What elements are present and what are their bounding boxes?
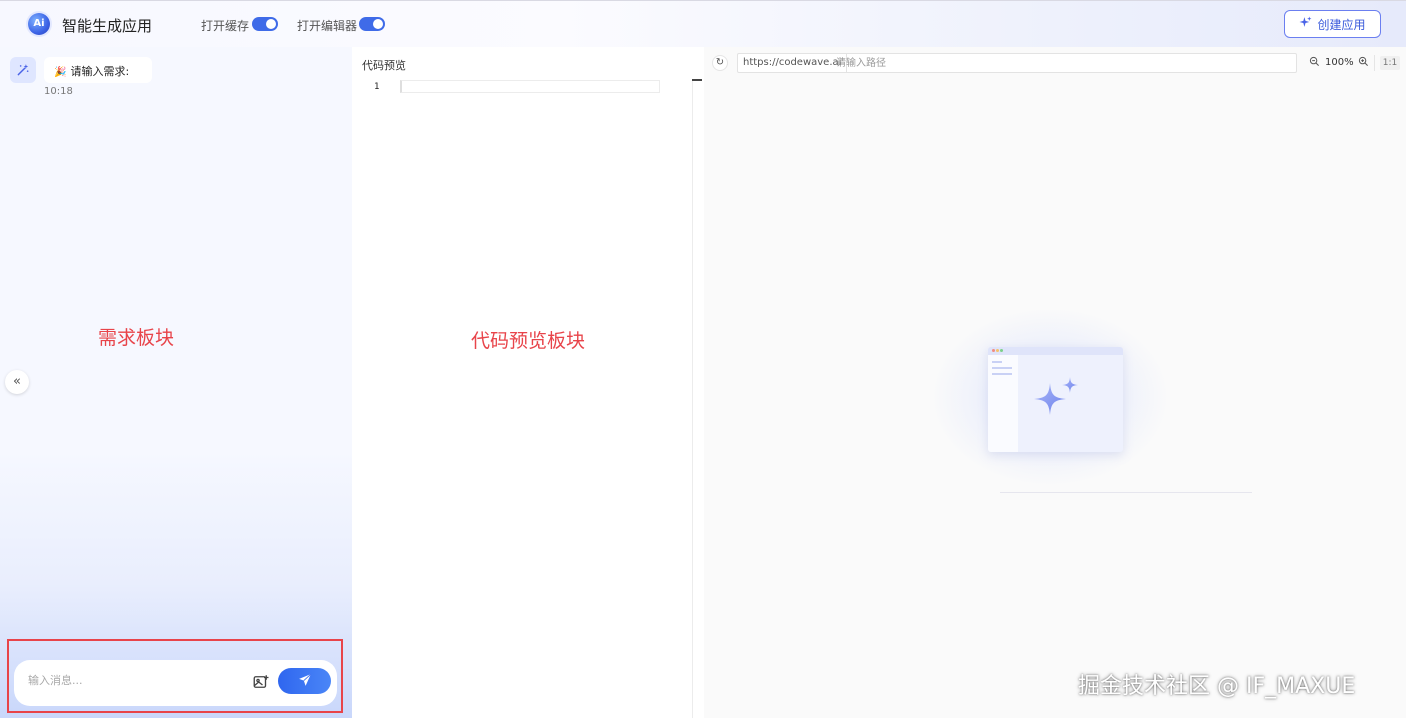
double-chevron-left-icon[interactable]: « [5,370,29,394]
url-bar: https://codewave.ai [737,53,1297,73]
illustration-bar [992,361,1002,363]
toggle-cache-switch[interactable] [252,17,278,31]
illustration-baseline [1000,492,1252,493]
sparkle-icon [1032,375,1082,419]
path-input[interactable] [836,56,1276,70]
code-editor-line[interactable] [400,80,660,93]
app-preview-panel: ↻ https://codewave.ai 100% 1:1 [704,47,1406,718]
party-popper-icon: 🎉 [54,67,67,78]
chat-message-text: 请输入需求: [70,65,130,78]
annotation-requirements: 需求板块 [98,327,175,349]
illustration-sidebar [988,355,1018,452]
bot-avatar [10,57,36,83]
toggle-cache-label: 打开缓存 [201,19,250,33]
illustration-bar [992,373,1012,375]
illustration-dot [996,349,999,352]
image-add-icon[interactable] [252,673,270,691]
editor-line-number: 1 [374,82,380,92]
app-title: 智能生成应用 [62,17,153,35]
chat-message-time: 10:18 [44,86,73,97]
toggle-editor-label: 打开编辑器 [297,19,358,33]
illustration-topbar [988,347,1123,355]
input-highlight-frame [7,639,343,713]
paper-plane-icon [298,672,312,691]
zoom-level: 100% [1325,57,1354,68]
illustration-dot [1000,349,1003,352]
create-app-label: 创建应用 [1317,17,1366,32]
annotation-code-preview: 代码预览板块 [471,330,586,352]
empty-state-illustration [988,347,1123,452]
preview-toolbar: ↻ https://codewave.ai 100% 1:1 [704,47,1406,79]
illustration-bar [992,367,1012,369]
requirements-panel: 🎉 请输入需求: 10:18 需求板块 « [0,47,352,718]
code-preview-panel: 代码预览 1 代码预览板块 [352,47,704,718]
editor-scrollbar-mark[interactable] [692,79,702,81]
chat-message-bubble: 🎉 请输入需求: [44,57,152,83]
refresh-icon[interactable]: ↻ [712,55,728,71]
chat-input-box [14,660,337,706]
toolbar-separator [1374,55,1375,71]
app-logo: Ai [28,13,50,35]
ratio-button[interactable]: 1:1 [1380,56,1400,70]
create-app-button[interactable]: 创建应用 [1284,10,1381,38]
toggle-editor-switch[interactable] [359,17,385,31]
zoom-out-icon[interactable] [1307,56,1321,70]
sparkle-icon [1299,16,1312,32]
zoom-in-icon[interactable] [1356,56,1370,70]
send-button[interactable] [278,668,331,694]
message-input[interactable] [28,674,228,687]
code-preview-title: 代码预览 [362,59,406,72]
url-base: https://codewave.ai [738,54,848,72]
panel-divider [692,81,693,718]
illustration-dot [992,349,995,352]
app-header: Ai 智能生成应用 打开缓存 打开编辑器 创建应用 [0,0,1406,47]
watermark: 掘金技术社区 @ IF_MAXUE [1078,674,1356,699]
